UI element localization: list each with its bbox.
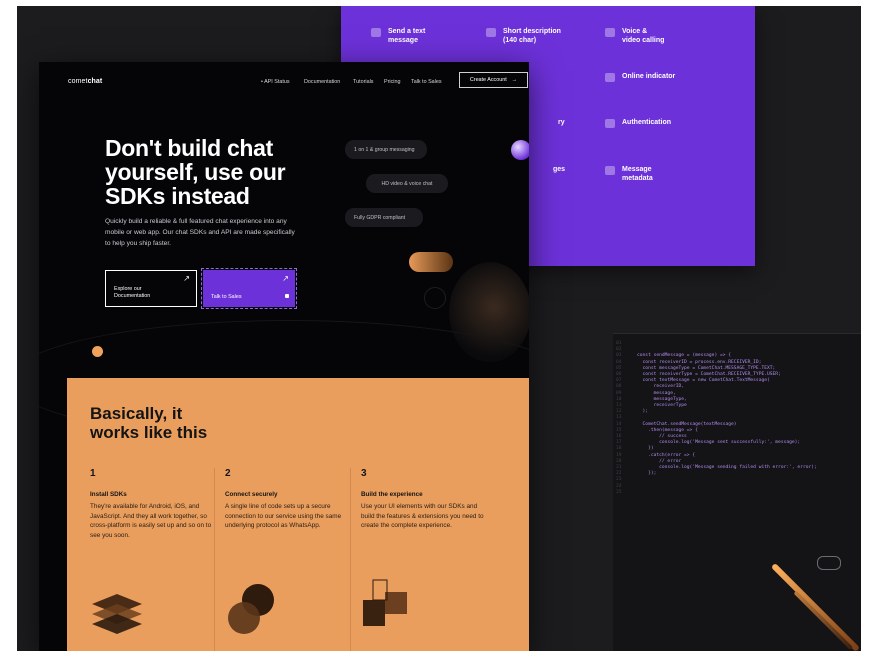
chat-bubble-icon [817,556,841,570]
explore-documentation-button[interactable]: ↗ Explore our Documentation [105,270,197,307]
feature-bubble: Fully GDPR compliant [345,208,423,227]
arrow-up-right-icon: ↗ [183,274,190,283]
code-panel: 01 02 03 04 05 06 07 08 09 10 11 12 13 1… [613,333,861,651]
how-it-works-section: Basically, it works like this 1 Install … [67,378,529,651]
feature-send-text: Send a text message [371,27,425,45]
nav-api-status[interactable]: • API Status [261,79,290,85]
section-title: Basically, it works like this [90,404,208,442]
chat-bubble-icon [371,28,381,37]
video-camera-icon [605,28,615,37]
shield-icon [605,119,615,128]
step-title: Connect securely [225,491,278,498]
feature-online-indicator: Online indicator [605,72,675,82]
code-line-numbers: 01 02 03 04 05 06 07 08 09 10 11 12 13 1… [616,341,622,495]
decorative-pill [409,252,453,272]
arrow-up-right-icon: ↗ [282,274,289,283]
nav-talk-to-sales[interactable]: Talk to Sales [411,79,442,85]
divider [350,468,351,651]
code-snippet: const sendMessage = (message) => { const… [637,353,817,477]
hero-subtitle: Quickly build a reliable & full featured… [105,218,295,247]
step-title: Install SDKs [90,491,127,498]
feature-voice-video: Voice & video calling [605,27,664,45]
connect-shape-icon [228,584,274,634]
nav-pricing[interactable]: Pricing [384,79,400,85]
step-description: A single line of code sets up a secure c… [225,503,342,530]
step-number: 1 [90,468,96,479]
light-streak [793,590,853,650]
divider [214,468,215,651]
feature-message-metadata: Message metadata [605,165,653,183]
step-number: 2 [225,468,231,479]
cursor-icon [285,294,290,298]
metadata-icon [605,166,615,175]
talk-to-sales-button[interactable]: ↗ Talk to Sales [201,268,297,309]
feature-bubble: HD video & voice chat [366,174,448,193]
user-status-icon [605,73,615,82]
landing-page: cometchat • API Status Documentation Tut… [39,62,529,651]
decorative-ring [424,287,446,309]
decorative-sphere [511,140,529,160]
step-number: 3 [361,468,367,479]
document-icon [486,28,496,37]
nav-tutorials[interactable]: Tutorials [353,79,373,85]
step-description: They're available for Android, iOS, and … [90,503,212,539]
step-connect-securely: 2 Connect securely A single line of code… [225,468,350,531]
feature-authentication: Authentication [605,118,671,128]
step-description: Use your UI elements with our SDKs and b… [361,503,484,530]
feature-bubble: 1 on 1 & group messaging [345,140,427,159]
nav-documentation[interactable]: Documentation [304,79,340,85]
create-account-button[interactable]: Create Account → [459,72,528,88]
feature-short-description: Short description (140 char) [486,27,561,45]
feature-label-fragment: ges [553,166,566,173]
feature-label-fragment: ry [558,119,565,126]
step-install-sdks: 1 Install SDKs They're available for And… [90,468,215,540]
layers-icon [92,594,142,634]
step-build-experience: 3 Build the experience Use your UI eleme… [361,468,486,531]
build-blocks-icon [363,579,407,626]
brand-logo[interactable]: cometchat [68,78,102,85]
hero-title: Don't build chat yourself, use our SDKs … [105,135,286,209]
canvas: Send a text message Short description (140… [17,6,861,651]
step-title: Build the experience [361,491,423,498]
light-streak [770,562,860,651]
arrow-right-icon: → [511,77,518,83]
